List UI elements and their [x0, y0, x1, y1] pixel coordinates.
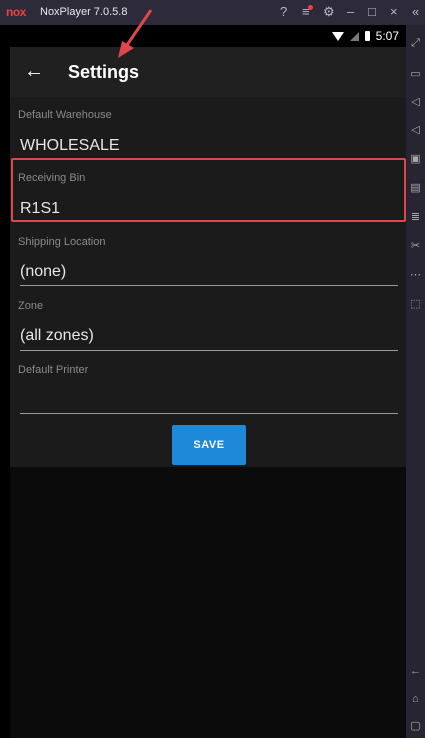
- notification-dot: [308, 5, 313, 10]
- resize-icon[interactable]: ⬚: [410, 298, 421, 310]
- collapse-sidebar-icon[interactable]: «: [412, 4, 419, 20]
- nox-logo: nox: [6, 5, 26, 19]
- default-warehouse-label: Default Warehouse: [18, 109, 112, 121]
- back-icon[interactable]: ←: [410, 665, 421, 677]
- android-screen: 5:07 ← Settings Default Warehouse WHOLES…: [10, 25, 406, 738]
- receiving-bin-value[interactable]: R1S1: [20, 200, 60, 218]
- default-printer-underline: [20, 413, 398, 414]
- close-icon[interactable]: ×: [390, 4, 398, 20]
- add-apk-icon[interactable]: ▤: [410, 182, 421, 194]
- more-icon[interactable]: ⋯: [410, 269, 421, 281]
- volume-up-icon[interactable]: ◁: [410, 96, 421, 108]
- status-time: 5:07: [375, 29, 399, 43]
- zone-label: Zone: [18, 300, 44, 312]
- wifi-icon: [331, 31, 344, 41]
- default-printer-label: Default Printer: [18, 364, 89, 376]
- empty-area: [10, 467, 406, 738]
- recent-icon[interactable]: ▢: [410, 720, 421, 732]
- scissors-icon[interactable]: ✂: [410, 240, 421, 252]
- maximize-icon[interactable]: □: [368, 4, 376, 20]
- shipping-location-select[interactable]: (none): [20, 263, 66, 281]
- zone-select[interactable]: (all zones): [20, 327, 94, 345]
- screen-icon[interactable]: ▭: [410, 68, 421, 80]
- screenshot-icon[interactable]: ▣: [410, 153, 421, 165]
- receiving-bin-label: Receiving Bin: [18, 172, 86, 184]
- app-bar: ← Settings: [10, 47, 406, 97]
- emulator-title-bar: nox NoxPlayer 7.0.5.8 ? ≡ ⚙ – □ × «: [0, 0, 425, 25]
- emulator-side-toolbar: ⤢ ▭ ◁ ◁ ▣ ▤ ≣ ✂ ⋯ ⬚ ← ⌂ ▢: [406, 25, 425, 738]
- minimize-icon[interactable]: –: [347, 4, 354, 20]
- fullscreen-icon[interactable]: ⤢: [410, 37, 421, 49]
- shipping-location-underline: [20, 285, 398, 286]
- settings-form: Default Warehouse WHOLESALE Receiving Bi…: [10, 97, 406, 467]
- multi-instance-icon[interactable]: ≣: [410, 211, 421, 223]
- volume-down-icon[interactable]: ◁: [410, 124, 421, 136]
- back-arrow-icon[interactable]: ←: [24, 60, 44, 82]
- page-title: Settings: [68, 62, 140, 82]
- battery-icon: [364, 31, 370, 41]
- receiving-bin-highlight: [11, 158, 406, 222]
- signal-icon: [349, 31, 359, 41]
- save-button[interactable]: SAVE: [172, 425, 246, 465]
- default-warehouse-value[interactable]: WHOLESALE: [20, 137, 120, 155]
- zone-underline: [20, 350, 398, 351]
- emulator-title: NoxPlayer 7.0.5.8: [40, 6, 128, 18]
- shipping-location-label: Shipping Location: [18, 236, 106, 248]
- settings-icon[interactable]: ⚙: [323, 4, 335, 20]
- help-icon[interactable]: ?: [280, 4, 287, 20]
- status-bar: 5:07: [10, 25, 406, 47]
- home-icon[interactable]: ⌂: [410, 693, 421, 705]
